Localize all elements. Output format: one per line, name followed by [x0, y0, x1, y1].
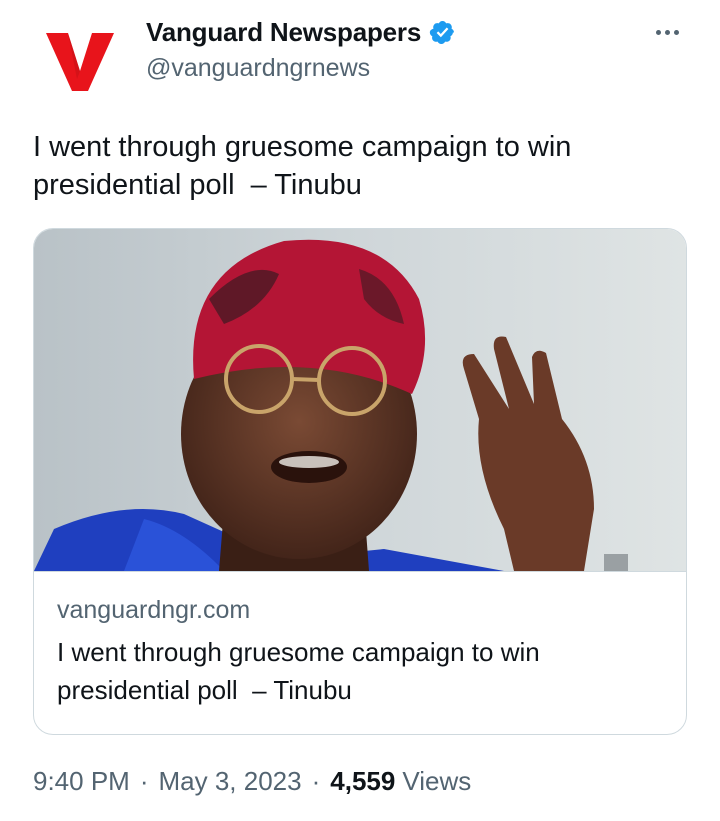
- separator: ·: [311, 766, 321, 796]
- author-block: Vanguard Newspapers @vanguardngrnews: [146, 14, 456, 83]
- card-domain: vanguardngr.com: [57, 596, 251, 624]
- card-image[interactable]: [34, 229, 686, 572]
- news-photo-image: [34, 229, 686, 571]
- verified-badge-icon: [429, 19, 456, 46]
- more-options-icon[interactable]: [647, 20, 687, 44]
- vanguard-logo-icon: [46, 33, 114, 91]
- author-handle[interactable]: @vanguardngrnews: [146, 54, 456, 83]
- tweet-text: I went through gruesome campaign to win …: [33, 131, 572, 201]
- link-card[interactable]: vanguardngr.com I went through gruesome …: [33, 228, 687, 735]
- tweet-metadata: 9:40 PM · May 3, 2023 · 4,559 Views: [33, 766, 471, 797]
- tweet[interactable]: Vanguard Newspapers @vanguardngrnews I w…: [0, 0, 720, 821]
- views-label: Views: [402, 766, 472, 796]
- tweet-date[interactable]: May 3, 2023: [159, 766, 302, 797]
- author-avatar[interactable]: [33, 14, 127, 108]
- author-display-name[interactable]: Vanguard Newspapers: [146, 17, 421, 48]
- views-count: 4,559: [330, 766, 396, 796]
- card-title: I went through gruesome campaign to win …: [57, 637, 540, 705]
- separator: ·: [139, 766, 149, 796]
- tweet-time[interactable]: 9:40 PM: [33, 766, 130, 797]
